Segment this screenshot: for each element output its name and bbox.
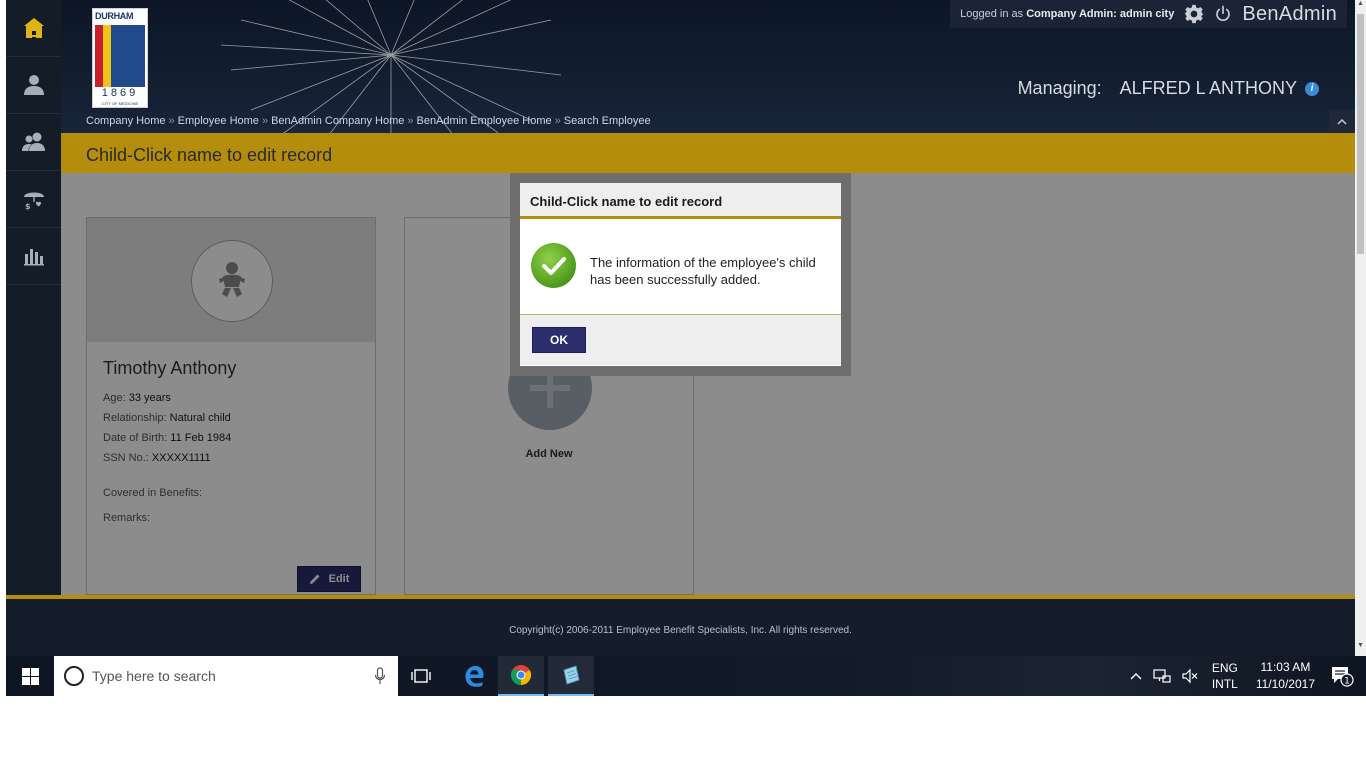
svg-text:$: $ bbox=[25, 202, 31, 211]
power-icon[interactable] bbox=[1214, 5, 1232, 23]
header-banner: DURHAM 1869 CITY OF MEDICINE Company Hom… bbox=[61, 0, 1355, 133]
footer: Copyright(c) 2006-2011 Employee Benefit … bbox=[6, 599, 1355, 656]
breadcrumb-separator: » bbox=[407, 115, 414, 127]
taskbar-edge[interactable] bbox=[451, 656, 497, 696]
lang-top: ENG bbox=[1211, 661, 1238, 675]
cortana-icon bbox=[64, 666, 84, 686]
sidebar: $ bbox=[6, 0, 61, 600]
managing-name: ALFRED L ANTHONY bbox=[1119, 78, 1297, 98]
system-tray: ENG INTL 11:03 AM 11/10/2017 1 bbox=[1124, 656, 1366, 696]
chevron-up-icon bbox=[1337, 118, 1347, 125]
success-dialog: Child-Click name to edit record The info… bbox=[520, 183, 841, 366]
ok-button[interactable]: OK bbox=[532, 327, 586, 353]
breadcrumb-separator: » bbox=[261, 115, 269, 127]
chrome-browser-icon bbox=[510, 665, 532, 686]
login-role: Company Admin: bbox=[1026, 8, 1117, 20]
logo-red-bar bbox=[95, 25, 103, 87]
fireworks-background-image bbox=[220, 0, 562, 133]
taskbar-search-box[interactable]: Type here to search bbox=[54, 656, 398, 696]
scroll-up-arrow-icon[interactable]: ▲ bbox=[1355, 0, 1366, 12]
page-title-bar: Child-Click name to edit record bbox=[61, 133, 1355, 173]
benefits-icon: $ bbox=[23, 192, 44, 211]
microphone-icon[interactable] bbox=[374, 667, 386, 685]
breadcrumb-company-home[interactable]: Company Home bbox=[86, 115, 165, 127]
page-scrollbar[interactable]: ▲ ▼ bbox=[1355, 0, 1366, 656]
task-view-icon bbox=[411, 669, 431, 683]
logo-yellow-bar bbox=[103, 25, 111, 87]
sidebar-item-home[interactable] bbox=[6, 0, 61, 57]
breadcrumb-employee-home[interactable]: Employee Home bbox=[178, 115, 259, 127]
login-info-bar: Logged in as Company Admin: admin city B… bbox=[950, 0, 1347, 28]
gear-icon[interactable] bbox=[1184, 4, 1204, 24]
network-icon[interactable] bbox=[1153, 668, 1171, 684]
notepad-app-icon bbox=[563, 665, 580, 685]
breadcrumb-benadmin-employee-home[interactable]: BenAdmin Employee Home bbox=[416, 115, 551, 127]
managing-employee: Managing: ALFRED L ANTHONY i bbox=[1018, 78, 1319, 99]
volume-muted-icon[interactable] bbox=[1181, 668, 1199, 684]
login-user: admin city bbox=[1119, 8, 1175, 20]
copyright-text: Copyright(c) 2006-2011 Employee Benefit … bbox=[509, 625, 852, 636]
app-name: BenAdmin bbox=[1242, 2, 1337, 25]
breadcrumb: Company Home» Employee Home» BenAdmin Comp… bbox=[86, 115, 651, 127]
scroll-thumb[interactable] bbox=[1357, 14, 1364, 254]
browser-viewport: $ DURHAM 1869 CITY OF MEDICINE Company H… bbox=[0, 0, 1366, 696]
breadcrumb-separator: » bbox=[554, 115, 561, 127]
taskbar-clock[interactable]: 11:03 AM 11/10/2017 bbox=[1256, 659, 1315, 693]
managing-label: Managing: bbox=[1017, 78, 1102, 98]
home-icon bbox=[23, 18, 44, 38]
breadcrumb-separator: » bbox=[168, 115, 175, 127]
action-center-icon[interactable]: 1 bbox=[1330, 665, 1354, 687]
windows-logo-icon bbox=[21, 667, 39, 685]
city-logo[interactable]: DURHAM 1869 CITY OF MEDICINE bbox=[92, 8, 148, 108]
employee-icon bbox=[23, 75, 44, 95]
windows-taskbar: Type here to search ENG INTL 11:03 AM 11… bbox=[6, 656, 1366, 696]
show-hidden-icons-chevron-icon[interactable] bbox=[1129, 671, 1143, 681]
notification-count: 1 bbox=[1344, 677, 1350, 687]
search-placeholder: Type here to search bbox=[92, 668, 216, 684]
breadcrumb-benadmin-company-home[interactable]: BenAdmin Company Home bbox=[271, 115, 404, 127]
page-title: Child-Click name to edit record bbox=[86, 145, 333, 165]
login-prefix: Logged in as bbox=[960, 8, 1024, 20]
logo-top-text: DURHAM bbox=[95, 11, 134, 21]
checkmark-icon bbox=[531, 243, 576, 288]
dialog-footer: OK bbox=[520, 315, 841, 365]
logo-year: 1869 bbox=[101, 87, 139, 99]
edge-browser-icon bbox=[465, 666, 484, 687]
login-text: Logged in as Company Admin: admin city bbox=[960, 8, 1174, 20]
start-button[interactable] bbox=[6, 656, 54, 696]
dialog-title: Child-Click name to edit record bbox=[520, 183, 841, 219]
collapse-header-button[interactable] bbox=[1329, 110, 1355, 133]
task-view-button[interactable] bbox=[398, 656, 444, 696]
taskbar-notepad[interactable] bbox=[548, 656, 594, 696]
sidebar-item-employee[interactable] bbox=[6, 57, 61, 114]
clock-time: 11:03 AM bbox=[1260, 660, 1311, 674]
sidebar-item-reports[interactable] bbox=[6, 228, 61, 285]
dialog-body: The information of the employee's child … bbox=[520, 219, 841, 315]
sidebar-item-benefits[interactable]: $ bbox=[6, 171, 61, 228]
taskbar-chrome[interactable] bbox=[498, 656, 544, 696]
logo-blue-bar bbox=[111, 25, 145, 87]
scroll-down-arrow-icon[interactable]: ▼ bbox=[1355, 642, 1366, 654]
employees-icon bbox=[21, 132, 45, 151]
logo-sub-text: CITY OF MEDICINE bbox=[101, 101, 139, 106]
dialog-message: The information of the employee's child … bbox=[590, 255, 816, 287]
sidebar-item-employees[interactable] bbox=[6, 114, 61, 171]
info-icon[interactable]: i bbox=[1305, 81, 1319, 96]
breadcrumb-search-employee[interactable]: Search Employee bbox=[564, 115, 651, 127]
reports-icon bbox=[23, 249, 44, 266]
input-language[interactable]: ENG INTL bbox=[1212, 660, 1238, 692]
lang-bottom: INTL bbox=[1211, 677, 1238, 691]
clock-date: 11/10/2017 bbox=[1255, 677, 1315, 691]
